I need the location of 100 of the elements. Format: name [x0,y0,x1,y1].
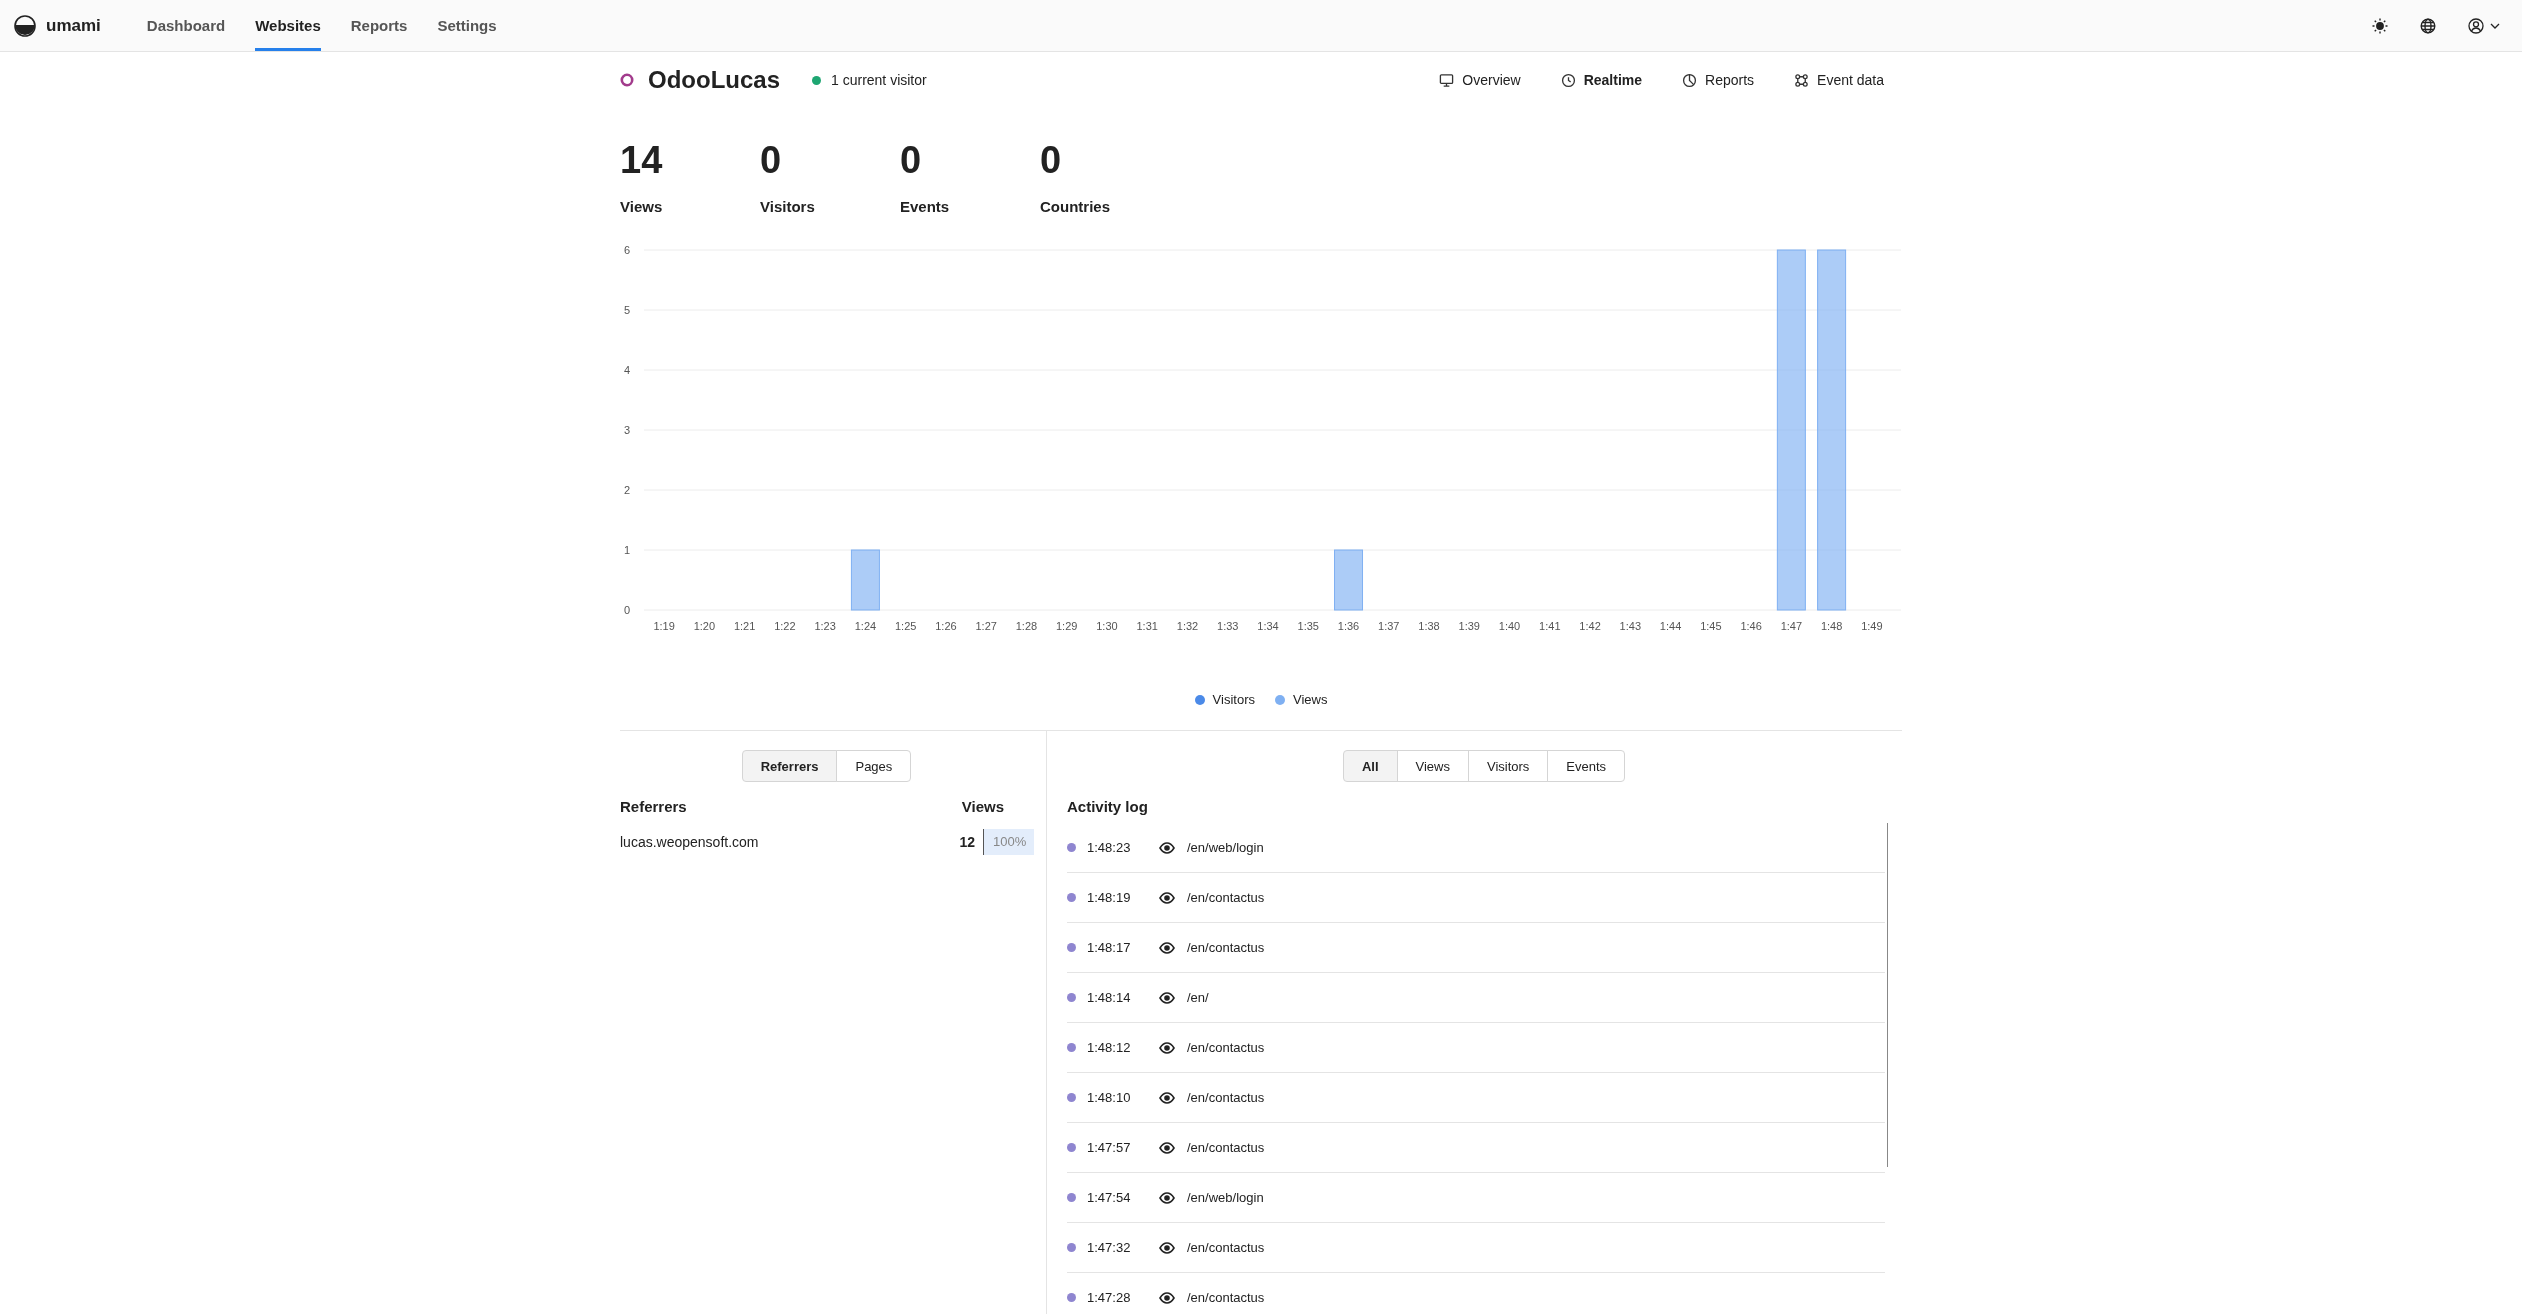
eye-icon [1159,941,1175,954]
activity-filter-tab[interactable]: Views [1396,750,1469,782]
nav-tab[interactable]: Settings [437,0,497,51]
x-axis-tick: 1:37 [1378,620,1400,632]
activity-time: 1:48:17 [1087,940,1132,955]
x-axis-tick: 1:40 [1498,620,1521,632]
clock-icon [1560,72,1576,88]
activity-time: 1:48:19 [1087,890,1132,905]
eye-icon [1159,1191,1175,1204]
activity-time: 1:47:28 [1087,1290,1132,1305]
theme-sun-icon[interactable] [2372,17,2388,34]
eye-icon [1159,1141,1175,1154]
x-axis-tick: 1:33 [1217,620,1239,632]
activity-path: /en/contactus [1187,940,1265,955]
metric-value: 0 [1040,138,1063,183]
activity-time: 1:48:23 [1087,840,1132,855]
activity-path: /en/contactus [1187,1040,1265,1055]
monitor-icon [1439,72,1455,88]
x-axis-tick: 1:43 [1619,620,1642,632]
y-axis-tick: 1 [623,544,630,556]
eye-icon [1159,841,1175,854]
metric-value: 0 [760,138,783,183]
y-axis-tick: 2 [623,484,630,496]
x-axis-tick: 1:35 [1297,620,1319,632]
x-axis-tick: 1:31 [1136,620,1158,632]
activity-time: 1:47:57 [1087,1140,1132,1155]
x-axis-tick: 1:22 [774,620,796,632]
activity-path: /en/web/login [1187,1190,1264,1205]
x-axis-tick: 1:30 [1096,620,1118,632]
x-axis-tick: 1:41 [1539,620,1561,632]
activity-log-title: Activity log [1067,798,1149,815]
chevron-down-icon[interactable] [2490,22,2500,29]
y-axis-tick: 0 [623,604,630,616]
activity-path: /en/contactus [1187,1240,1265,1255]
website-nav-link[interactable]: Event data [1794,72,1884,88]
nav-tab[interactable]: Dashboard [146,0,226,51]
website-title: OdooLucas [648,66,780,94]
x-axis-tick: 1:36 [1337,620,1360,632]
x-axis-tick: 1:25 [894,620,917,632]
activity-filter-tab[interactable]: All [1342,750,1398,782]
activity-path: /en/contactus [1187,1290,1265,1305]
column-header: Referrers [620,798,687,815]
activity-time: 1:47:32 [1087,1240,1132,1255]
nav-tab[interactable]: Reports [350,0,408,51]
x-axis-tick: 1:27 [975,620,997,632]
x-axis-tick: 1:34 [1257,620,1279,632]
activity-path: /en/contactus [1187,1140,1265,1155]
app-logo-text: umami [46,15,101,36]
x-axis-tick: 1:44 [1659,620,1682,632]
website-nav-link[interactable]: Reports [1682,72,1755,88]
x-axis-tick: 1:21 [733,620,756,632]
site-ring-icon [620,73,634,87]
user-icon[interactable] [2468,17,2484,34]
nav-tab[interactable]: Websites [255,0,321,51]
eye-icon [1159,891,1175,904]
activity-filter-tab[interactable]: Visitors [1467,750,1549,782]
activity-time: 1:48:10 [1087,1090,1132,1105]
referrer-views: 12 [959,834,976,850]
activity-path: /en/contactus [1187,890,1265,905]
referrers-tab[interactable]: Pages [836,750,912,782]
eye-icon [1159,1241,1175,1254]
legend-label[interactable]: Visitors [1212,692,1255,707]
referrers-tab[interactable]: Referrers [741,750,838,782]
x-axis-tick: 1:29 [1056,620,1078,632]
bar [850,549,880,611]
column-header: Views [961,798,1004,815]
eye-icon [1159,1091,1175,1104]
bar [1334,549,1363,611]
percent-text: 100% [992,833,1028,851]
x-axis-tick: 1:48 [1820,620,1843,632]
y-axis-tick: 5 [623,304,630,316]
x-axis-tick: 1:20 [693,620,716,632]
pie-chart-icon [1682,72,1698,88]
language-globe-icon[interactable] [2420,17,2436,34]
eye-icon [1159,991,1175,1004]
y-axis-tick: 3 [623,424,630,436]
website-nav-link[interactable]: Realtime [1560,72,1643,88]
x-axis-tick: 1:47 [1780,620,1803,632]
metric-value: 0 [900,138,923,183]
x-axis-tick: 1:32 [1176,620,1199,632]
metric-label: Countries [1040,198,1111,215]
x-axis-tick: 1:45 [1700,620,1722,632]
activity-path: /en/web/login [1187,840,1264,855]
x-axis-tick: 1:24 [854,620,877,632]
x-axis-tick: 1:39 [1458,620,1480,632]
legend-label[interactable]: Views [1292,692,1328,707]
activity-path: /en/contactus [1187,1090,1265,1105]
website-nav-link[interactable]: Overview [1439,72,1521,88]
referrer-name: lucas.weopensoft.com [620,834,760,850]
activity-time: 1:47:54 [1087,1190,1132,1205]
x-axis-tick: 1:28 [1015,620,1038,632]
y-axis-tick: 6 [623,244,630,256]
x-axis-tick: 1:49 [1861,620,1883,632]
logo-icon [14,14,36,37]
x-axis-tick: 1:26 [935,620,957,632]
metric-label: Visitors [760,198,816,215]
activity-filter-tab[interactable]: Events [1547,750,1626,782]
activity-time: 1:48:14 [1087,990,1132,1005]
current-visitors-text: 1 current visitor [831,72,927,88]
x-axis-tick: 1:23 [814,620,836,632]
